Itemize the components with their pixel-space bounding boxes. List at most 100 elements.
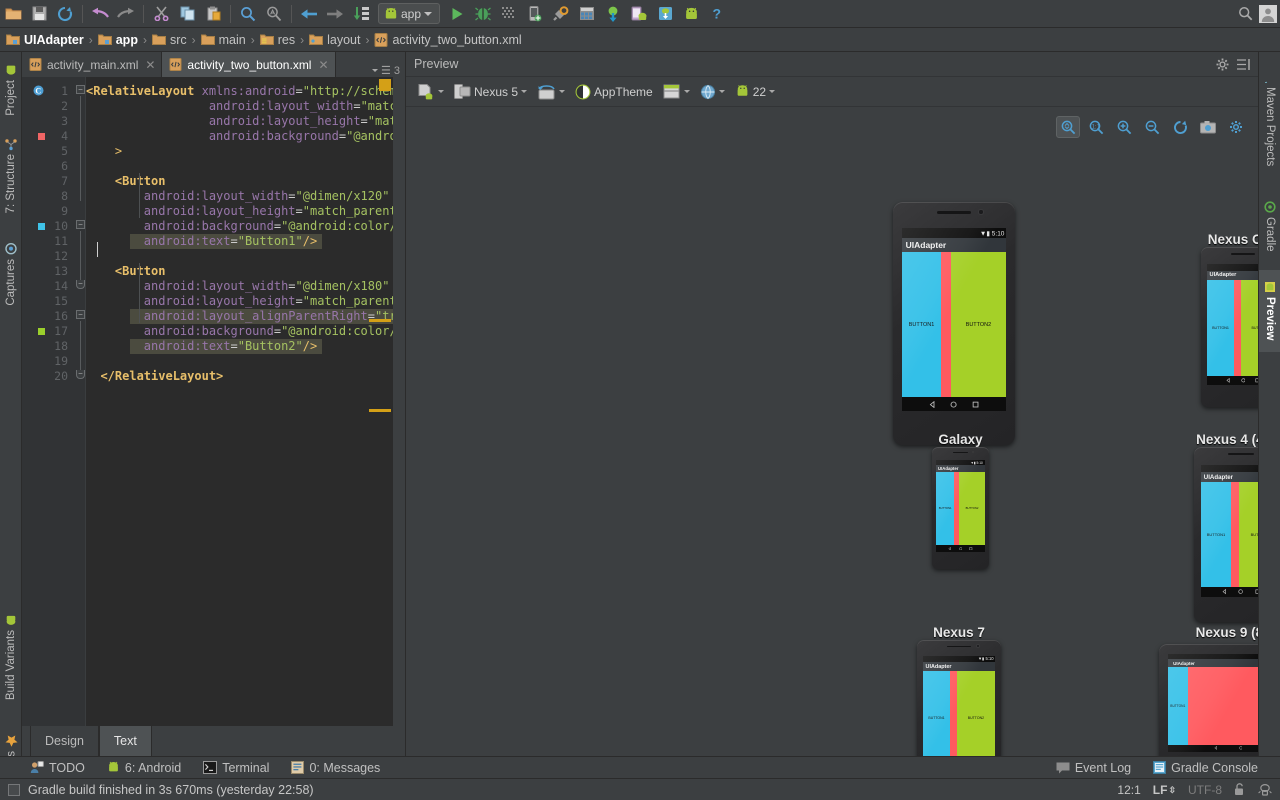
nav-back-icon[interactable]: [929, 401, 936, 408]
code-line[interactable]: android:background="@android:color/hol: [86, 219, 393, 234]
breadcrumb-item-main[interactable]: main: [201, 33, 246, 47]
refresh-render-icon[interactable]: [1168, 116, 1192, 138]
color-swatch-marker[interactable]: [38, 133, 45, 140]
device-preview[interactable]: Nexus One (3.7")▼▮ 5:10UIAdapterBUTTON1B…: [1201, 247, 1258, 447]
chevron-down-icon[interactable]: [424, 12, 432, 16]
sim-button1[interactable]: BUTTON1: [1168, 667, 1188, 745]
sidebar-item-project[interactable]: Project: [0, 58, 22, 122]
nav-home-icon[interactable]: [1241, 378, 1246, 383]
android-icon[interactable]: [678, 1, 704, 27]
nav-recents-icon[interactable]: [1255, 378, 1258, 383]
paste-icon[interactable]: [200, 1, 226, 27]
sim-button1[interactable]: BUTTON1: [902, 252, 941, 397]
device-preview[interactable]: Nexus 9 (8.9")▼▮ 5:10UIAdapterBUTTON1BUT…: [1159, 644, 1258, 756]
theme-selector[interactable]: AppTheme: [571, 81, 657, 103]
device-preview[interactable]: Nexus 7 (7.0")▼▮ 5:10UIAdapterBUTTON1BUT…: [917, 640, 1001, 756]
tab-list-button[interactable]: ☰ 3: [372, 64, 405, 77]
sync-gradle-icon[interactable]: [652, 1, 678, 27]
orientation-button[interactable]: [533, 81, 569, 103]
screenshot-icon[interactable]: [1196, 116, 1220, 138]
avd-manager-icon[interactable]: [522, 1, 548, 27]
chevron-down-icon[interactable]: [684, 90, 690, 93]
code-line[interactable]: android:layout_width="match_pa: [86, 99, 393, 114]
sidebar-item-gradle[interactable]: Gradle: [1259, 188, 1280, 264]
fold-collapse-icon[interactable]: −: [76, 85, 85, 94]
coverage-icon[interactable]: [496, 1, 522, 27]
sim-button1[interactable]: BUTTON1: [923, 671, 950, 756]
inspections-icon[interactable]: [1258, 783, 1272, 796]
code-line[interactable]: android:text="Button2"/>: [86, 339, 317, 354]
code-line[interactable]: >: [86, 144, 122, 159]
search-icon[interactable]: [1234, 1, 1256, 27]
nav-back-icon[interactable]: [948, 547, 952, 551]
sim-button2[interactable]: BUTTON2: [1241, 280, 1258, 376]
sidebar-item-maven-projects[interactable]: m Maven Projects: [1259, 58, 1280, 180]
tab-activity-two-button-xml[interactable]: activity_two_button.xml ✕: [162, 52, 335, 77]
unlocked-icon[interactable]: [1234, 783, 1246, 796]
code-line[interactable]: android:layout_height="match_p: [86, 114, 393, 129]
caret-position[interactable]: 12:1: [1117, 783, 1140, 797]
breadcrumb-item-app[interactable]: app: [98, 33, 138, 47]
run-icon[interactable]: [444, 1, 470, 27]
run-configuration-selector[interactable]: app: [378, 3, 440, 24]
undo-icon[interactable]: [87, 1, 113, 27]
copy-icon[interactable]: [174, 1, 200, 27]
color-swatch-marker[interactable]: [38, 223, 45, 230]
bottom-item-terminal[interactable]: Terminal: [192, 761, 280, 775]
sim-button1[interactable]: BUTTON1: [1201, 482, 1231, 587]
line-separator[interactable]: LF ⇳: [1153, 783, 1176, 797]
breadcrumb-item-file[interactable]: activity_two_button.xml: [374, 33, 521, 47]
color-swatch-marker[interactable]: [38, 328, 45, 335]
code-line[interactable]: </RelativeLayout>: [86, 369, 223, 384]
chevron-down-icon[interactable]: [769, 90, 775, 93]
save-all-icon[interactable]: [26, 1, 52, 27]
fold-collapse-icon[interactable]: −: [76, 310, 85, 319]
chevron-down-icon[interactable]: [559, 90, 565, 93]
settings-gear-icon[interactable]: [1216, 58, 1229, 71]
code-line[interactable]: <Button: [86, 174, 165, 189]
zoom-out-icon[interactable]: [1140, 116, 1164, 138]
sim-button1[interactable]: BUTTON1: [1207, 280, 1234, 376]
sidebar-item-captures[interactable]: Captures: [0, 232, 22, 316]
code-line[interactable]: android:background="@android:color/hol: [86, 324, 393, 339]
nav-recents-icon[interactable]: [972, 401, 979, 408]
layout-inspector-icon[interactable]: [574, 1, 600, 27]
code-line[interactable]: <Button: [86, 264, 165, 279]
bottom-item-android[interactable]: 6: Android: [96, 761, 192, 775]
device-selector[interactable]: Nexus 5: [450, 81, 531, 103]
chevron-down-icon[interactable]: [438, 90, 444, 93]
fold-collapse-icon[interactable]: −: [76, 220, 85, 229]
redo-icon[interactable]: [113, 1, 139, 27]
bottom-item-messages[interactable]: 0: Messages: [280, 761, 391, 775]
nav-home-icon[interactable]: [959, 547, 963, 551]
nav-home-icon[interactable]: [1239, 746, 1243, 750]
sync-icon[interactable]: [52, 1, 78, 27]
chevron-down-icon[interactable]: [372, 69, 378, 72]
chevron-down-icon[interactable]: [521, 90, 527, 93]
breadcrumb-item-layout[interactable]: layout: [309, 33, 360, 47]
cut-icon[interactable]: [148, 1, 174, 27]
code-line[interactable]: android:layout_height="match_parent": [86, 204, 393, 219]
nav-home-icon[interactable]: [950, 401, 957, 408]
bottom-item-gradle-console[interactable]: Gradle Console: [1142, 761, 1280, 775]
sdk-manager-icon[interactable]: [548, 1, 574, 27]
close-icon[interactable]: ✕: [318, 58, 328, 72]
close-icon[interactable]: ✕: [145, 58, 155, 72]
sidebar-item-build-variants[interactable]: Build Variants: [0, 594, 22, 720]
sim-button1[interactable]: BUTTON1: [936, 472, 954, 545]
editor-gutter[interactable]: C 1234567891011121314151617181920: [22, 77, 74, 726]
sort-icon[interactable]: [348, 1, 374, 27]
code-line[interactable]: android:layout_width="@dimen/x120": [86, 189, 389, 204]
breadcrumb-item-src[interactable]: src: [152, 33, 187, 47]
debug-icon[interactable]: [470, 1, 496, 27]
fold-strip[interactable]: − − − − − − −: [74, 77, 86, 726]
nav-home-icon[interactable]: [1238, 589, 1243, 594]
sidebar-item-structure[interactable]: 7: Structure: [0, 126, 22, 226]
chevron-down-icon[interactable]: [719, 90, 725, 93]
fold-end-icon[interactable]: −: [76, 370, 85, 379]
tab-text[interactable]: Text: [99, 726, 152, 756]
api-level-selector[interactable]: 22: [731, 81, 779, 103]
user-avatar-icon[interactable]: [1256, 1, 1280, 27]
forward-icon[interactable]: [322, 1, 348, 27]
back-icon[interactable]: [296, 1, 322, 27]
